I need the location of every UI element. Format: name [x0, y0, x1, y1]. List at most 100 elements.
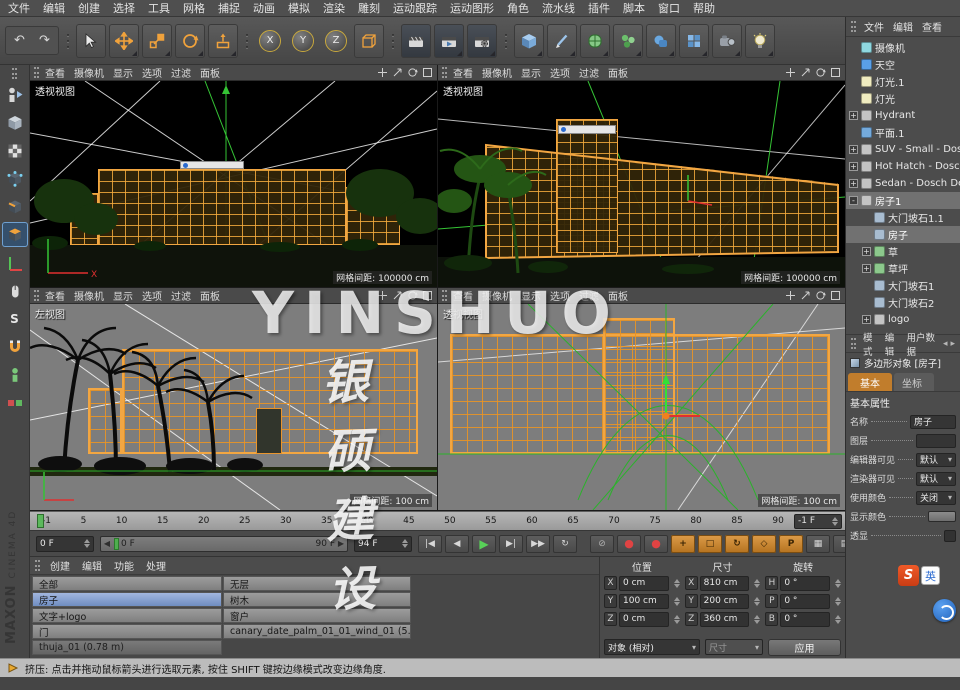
field-button[interactable] [679, 24, 709, 58]
object-item[interactable]: + Hot Hatch - Dosch [846, 158, 960, 175]
panel-grip-icon[interactable] [851, 338, 856, 349]
volume-builder-button[interactable] [646, 24, 676, 58]
layer-cell[interactable]: 窗户 [223, 608, 411, 623]
layer-cell[interactable]: 树木 [223, 592, 411, 607]
move-tool-button[interactable] [109, 24, 139, 58]
expander-icon[interactable]: + [849, 111, 858, 120]
magnet-tool-button[interactable] [2, 334, 28, 359]
size-field[interactable]: Z 360 cm [685, 610, 761, 628]
toggle-view-icon[interactable] [422, 290, 433, 301]
add-cube-button[interactable] [514, 24, 544, 58]
goto-end-button[interactable]: ▶▶ [526, 535, 550, 553]
menu-item[interactable]: 渲染 [323, 0, 345, 16]
play-button[interactable]: ▶ [472, 535, 496, 553]
viewport4-canvas[interactable]: 透视视图 网格间距: 100 cm [438, 304, 845, 510]
zoom-icon[interactable] [800, 290, 811, 301]
camera-button[interactable] [712, 24, 742, 58]
stepper-icon[interactable] [751, 597, 760, 606]
viewport1-canvas[interactable]: X 透视视图 网格间距: 100000 cm [30, 81, 437, 287]
viewport-menu-item[interactable]: 摄像机 [482, 288, 512, 303]
stepper-icon[interactable] [832, 597, 841, 606]
viewport-menu-item[interactable]: 过滤 [171, 65, 191, 80]
axis-lock-button[interactable] [2, 390, 28, 415]
zoom-icon[interactable] [392, 67, 403, 78]
layer-menu-item[interactable]: 处理 [146, 558, 166, 573]
menu-item[interactable]: 插件 [588, 0, 610, 16]
mograph-cloner-button[interactable] [613, 24, 643, 58]
expander-icon[interactable]: + [862, 264, 871, 273]
attribute-control[interactable]: 默认 [916, 453, 956, 467]
object-item[interactable]: 天空 [846, 56, 960, 73]
polygon-mode-button[interactable] [2, 222, 28, 247]
panel-grip-icon[interactable] [12, 68, 17, 79]
toggle-view-icon[interactable] [830, 290, 841, 301]
expander-icon[interactable]: - [849, 196, 858, 205]
pan-icon[interactable] [377, 67, 388, 78]
panel-tab[interactable]: 编辑 [893, 19, 913, 34]
panel-grip-icon[interactable] [851, 21, 856, 32]
stepper-icon[interactable] [832, 615, 841, 624]
menu-item[interactable]: 选择 [113, 0, 135, 16]
toggle-view-icon[interactable] [830, 67, 841, 78]
previous-frame-button[interactable]: ◀ [445, 535, 469, 553]
next-frame-button[interactable]: ▶| [499, 535, 523, 553]
menu-item[interactable]: 捕捉 [218, 0, 240, 16]
key-scale-toggle[interactable]: □ [698, 535, 722, 553]
orbit-icon[interactable] [407, 290, 418, 301]
undo-button[interactable]: ↶ [8, 29, 31, 52]
texture-mode-button[interactable] [2, 138, 28, 163]
stepper-icon[interactable] [399, 539, 408, 548]
layer-menu-item[interactable]: 创建 [50, 558, 70, 573]
object-item[interactable]: + SUV - Small - Dosch [846, 141, 960, 158]
light-button[interactable] [745, 24, 775, 58]
object-item[interactable]: + logo [846, 311, 960, 328]
stepper-icon[interactable] [671, 615, 680, 624]
viewport-menu-item[interactable]: 显示 [113, 288, 133, 303]
menu-item[interactable]: 角色 [507, 0, 529, 16]
menu-item[interactable]: 雕刻 [358, 0, 380, 16]
viewport-menu-item[interactable]: 过滤 [171, 288, 191, 303]
viewport-menu-item[interactable]: 摄像机 [74, 65, 104, 80]
keyframe-selection-button[interactable]: ▦ [806, 535, 830, 553]
tab-coordinates[interactable]: 坐标 [894, 373, 934, 391]
redo-button[interactable]: ↷ [33, 29, 56, 52]
stepper-icon[interactable] [81, 539, 90, 548]
zoom-icon[interactable] [800, 67, 811, 78]
object-item[interactable]: + Hydrant [846, 107, 960, 124]
viewport-menu-item[interactable]: 查看 [45, 288, 65, 303]
rotation-field[interactable]: P 0 ° [765, 592, 841, 610]
size-mode-select[interactable]: 尺寸 [705, 639, 763, 655]
menu-item[interactable]: 创建 [78, 0, 100, 16]
layer-cell[interactable]: 文字+logo [32, 608, 222, 623]
viewport-perspective-3[interactable]: 查看摄像机显示选项过滤面板 [438, 288, 845, 510]
viewport-menu-item[interactable]: 摄像机 [482, 65, 512, 80]
viewport-menu-item[interactable]: 查看 [453, 65, 473, 80]
viewport-menu-item[interactable]: 显示 [113, 65, 133, 80]
object-item[interactable]: 灯光 [846, 90, 960, 107]
render-view-button[interactable] [401, 24, 431, 58]
lock-x-axis-button[interactable]: X [255, 24, 285, 58]
menu-item[interactable]: 脚本 [623, 0, 645, 16]
menu-item[interactable]: 动画 [253, 0, 275, 16]
object-item[interactable]: 灯光.1 [846, 73, 960, 90]
toggle-view-icon[interactable] [422, 67, 433, 78]
preview-range-slider[interactable]: ◀ 0 F 90 F ▶ [100, 536, 348, 552]
scale-tool-button[interactable] [142, 24, 172, 58]
timeline-playhead[interactable] [37, 514, 44, 528]
viewport-menu-item[interactable]: 面板 [608, 65, 628, 80]
viewport-menu-item[interactable]: 显示 [521, 288, 541, 303]
object-item[interactable]: 平面.1 [846, 124, 960, 141]
layer-menu-item[interactable]: 编辑 [82, 558, 102, 573]
orbit-icon[interactable] [407, 67, 418, 78]
size-field[interactable]: Y 200 cm [685, 592, 761, 610]
rotate-tool-button[interactable] [175, 24, 205, 58]
timeline-ruler[interactable]: -151015202530354045505560657075808590 -1… [30, 511, 845, 530]
rotation-field[interactable]: H 0 ° [765, 574, 841, 592]
recent-tool-button[interactable] [208, 24, 238, 58]
attribute-control[interactable]: 默认 [916, 472, 956, 486]
viewport-menu-item[interactable]: 过滤 [579, 288, 599, 303]
viewport-menu-item[interactable]: 摄像机 [74, 288, 104, 303]
attribute-control[interactable]: 关闭 [916, 491, 956, 505]
viewport-menu-item[interactable]: 选项 [142, 65, 162, 80]
timeline-offset-field[interactable]: -1 F [794, 514, 842, 529]
